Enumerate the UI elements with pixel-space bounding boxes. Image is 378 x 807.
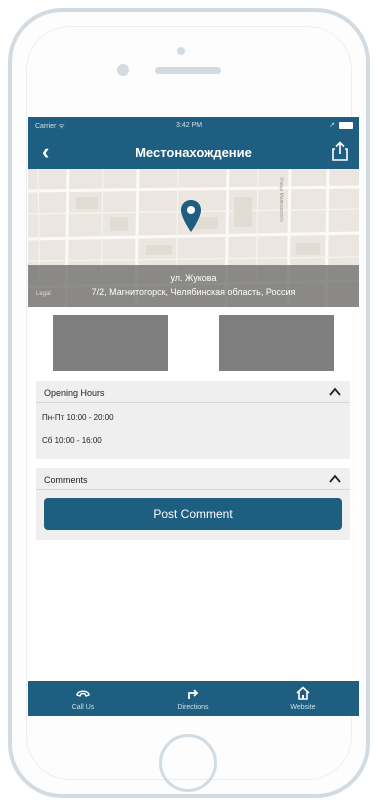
post-comment-button[interactable]: Post Comment	[44, 498, 342, 530]
chevron-up-icon[interactable]	[329, 387, 341, 397]
location-map[interactable]: Улица Маяковского ул. Жукова 7/2, Магнит…	[28, 169, 359, 307]
battery-icon	[339, 122, 353, 129]
tab-label: Call Us	[71, 704, 95, 711]
bottom-tab-bar: Call Us Directions Website	[28, 681, 359, 716]
page-title: Местонахождение	[135, 145, 252, 160]
map-legal-link[interactable]: Legal	[36, 291, 51, 297]
tab-call-us[interactable]: Call Us	[28, 681, 138, 716]
tab-directions[interactable]: Directions	[138, 681, 248, 716]
bluetooth-icon: ↗	[329, 122, 335, 129]
location-photo[interactable]	[53, 315, 168, 371]
location-photo[interactable]	[219, 315, 334, 371]
section-divider	[36, 489, 350, 490]
comments-title: Comments	[44, 475, 88, 485]
street-label: ул. Жукова	[170, 273, 217, 283]
share-icon[interactable]	[331, 141, 349, 161]
home-button[interactable]	[159, 734, 217, 792]
address-label: 7/2, Магнитогорск, Челябинская область, …	[91, 287, 296, 297]
tab-label: Directions	[177, 704, 209, 711]
earpiece-speaker	[155, 67, 221, 74]
front-camera	[117, 64, 129, 76]
tab-label: Website	[290, 704, 316, 711]
map-street-label: Улица Маяковского	[278, 177, 284, 222]
phone-icon	[76, 690, 90, 697]
tab-website[interactable]: Website	[248, 681, 358, 716]
home-icon	[296, 686, 310, 700]
navigation-bar: ‹ Местонахождение	[28, 135, 359, 169]
front-sensor	[177, 47, 185, 55]
directions-icon	[188, 689, 199, 699]
clock-label: 3:42 PM	[176, 122, 203, 129]
chevron-up-icon[interactable]	[329, 474, 341, 484]
opening-hours-title: Opening Hours	[44, 388, 105, 398]
status-bar: Carrier ᯤ 3:42 PM ↗	[28, 117, 359, 135]
map-pin-icon[interactable]	[180, 199, 202, 233]
address-overlay: ул. Жукова 7/2, Магнитогорск, Челябинска…	[28, 265, 359, 307]
hours-row: Пн-Пт 10:00 - 20:00	[42, 413, 114, 422]
comments-section: Comments Post Comment	[36, 468, 350, 540]
section-divider	[36, 402, 350, 403]
hours-row: Сб 10:00 - 16:00	[42, 436, 102, 445]
app-screen: Carrier ᯤ 3:42 PM ↗ ‹ Местонахождение Ул…	[28, 117, 359, 716]
opening-hours-section: Opening Hours Пн-Пт 10:00 - 20:00 Сб 10:…	[36, 381, 350, 459]
carrier-label: Carrier ᯤ	[35, 123, 65, 130]
